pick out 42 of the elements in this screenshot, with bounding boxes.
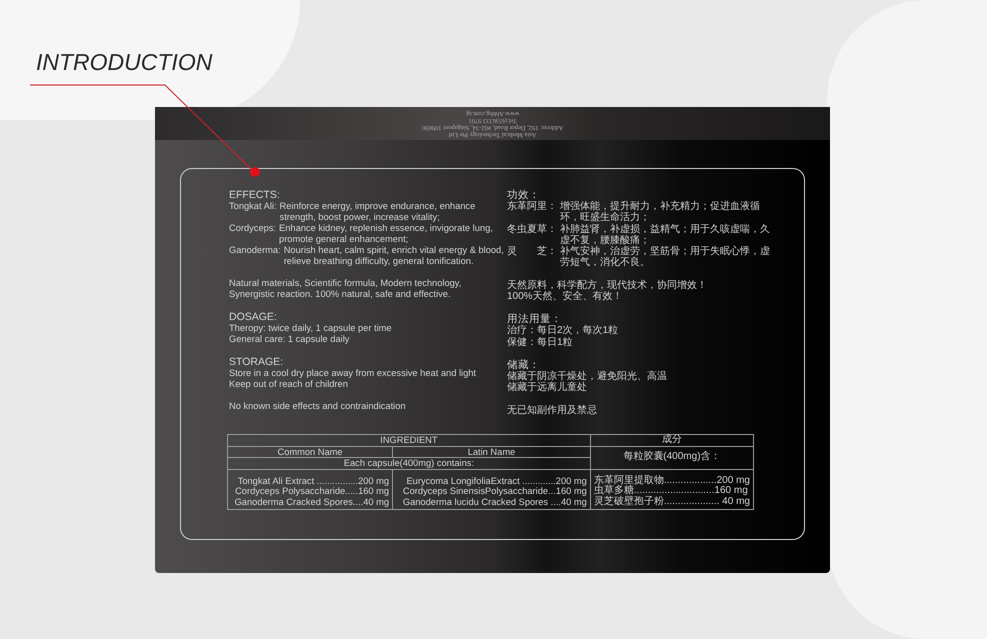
effect-text: Enhance kidney, replenish essence, invigorate lung, promote general enhancement; <box>279 223 494 245</box>
ingredient-label: Tongkat Ali: <box>229 201 277 213</box>
info-text: Synergistic reaction. 100% natural, safe and effective. <box>229 289 452 300</box>
info-text: 天然原料，科学配方，现代技术，协同增效！ <box>507 280 708 291</box>
effect-text: Nourish heart, calm spirit, enrich vital energy & blood, relieve breathing difficulty, general tonification. <box>284 245 505 267</box>
section-title: 功效： <box>507 189 541 201</box>
section-heading: INTRODUCTION <box>36 48 212 76</box>
table-cell: 东革阿里提取物...................200 mg 虫草多糖.............................160 mg 灵芝破壁孢子粉.................... 40 mg <box>590 469 754 510</box>
info-text: General care: 1 capsule daily <box>229 334 350 345</box>
section-title: STORAGE: <box>229 356 284 368</box>
table-cell: Each capsule(400mg) contains: <box>228 458 590 469</box>
table-cell: 每粒胶囊(400mg)含： <box>590 446 754 469</box>
info-text: No known side effects and contraindication <box>229 401 407 412</box>
section-title: 用法用量： <box>507 313 563 326</box>
info-text: 储藏于远离儿童处 <box>507 382 588 394</box>
ingredient-label: 冬虫夏草： <box>507 224 557 237</box>
column-header: Common Name <box>228 446 393 458</box>
info-text: Store in a cool dry place away from excessive heat and light <box>229 368 478 379</box>
effect-text: 补肺益肾，补虚损，益精气；用于久咳虚喘，久虚不复，腰膝酸痛； <box>560 224 771 246</box>
info-text: Keep out of reach of children <box>229 379 349 390</box>
ingredient-label: Ganoderma: <box>229 245 281 257</box>
ingredient-label: 东革阿里： <box>507 201 557 214</box>
effect-text: 补气安神，治虚劳，坚筋骨；用于失眠心悸，虚劳短气，消化不良。 <box>560 246 771 269</box>
table-header: INGREDIENT <box>228 434 590 446</box>
info-text: 无已知副作用及禁忌 <box>507 404 598 416</box>
section-title: DOSAGE: <box>229 311 278 323</box>
table-cell: Eurycoma LongifoliaExtract .............200 mg Cordyceps SinensisPolysaccharide...160 mg Ganoderma lucidu Cracked Spores ....40 mg <box>392 469 590 510</box>
info-text: 治疗：每日2次，每次1粒 <box>507 325 620 337</box>
effect-text: 增强体能，提升耐力，补充精力；促进血液循环，旺盛生命活力； <box>560 201 761 224</box>
column-header: Latin Name <box>392 446 590 458</box>
table-header: 成分 <box>590 434 754 446</box>
table-cell: Tongkat Ali Extract ................200 mg Cordyceps Polysaccharide.....160 mg Ganoderma Cracked Spores....40 mg <box>228 469 393 510</box>
ingredient-label: Cordyceps: <box>229 223 276 235</box>
info-text: Natural materials, Scientific formula, Modern technology, <box>229 278 462 289</box>
info-text: 储藏于阴凉干燥处，避免阳光、高温 <box>507 370 668 382</box>
info-text: Theropy: twice daily, 1 capsule per time <box>229 323 393 334</box>
info-text: 保健：每日1粒 <box>507 336 574 348</box>
info-text: 100%天然、安全、有效！ <box>507 291 624 302</box>
ingredient-label: 灵 芝： <box>507 246 557 260</box>
section-title: 储藏： <box>507 358 541 371</box>
effect-text: Reinforce energy, improve endurance, enhance strength, boost power, increase vitality; <box>280 201 476 223</box>
section-title: EFFECTS: <box>229 189 281 201</box>
